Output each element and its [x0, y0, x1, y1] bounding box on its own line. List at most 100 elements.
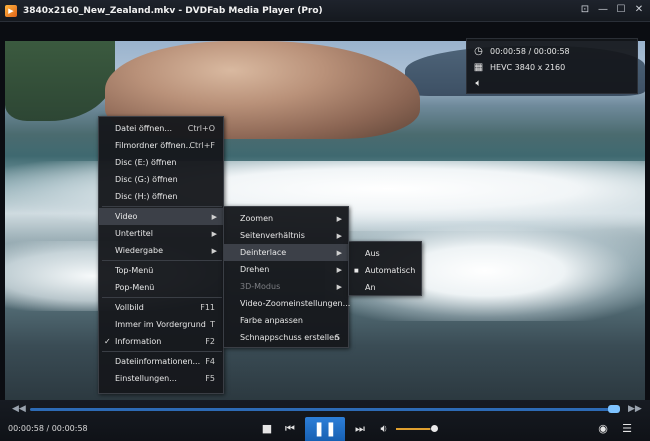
volume-level — [396, 428, 430, 430]
menu-item[interactable]: Untertitel ▶ — [99, 225, 223, 242]
info-audio-row: 🔈︎ — [473, 75, 631, 91]
menu-item-label: Deinterlace — [240, 248, 287, 257]
seek-bar[interactable] — [30, 408, 620, 411]
menu-item-label: Immer im Vordergrund — [115, 320, 206, 329]
menu-item[interactable]: ■ Automatisch — [349, 262, 421, 279]
volume-handle[interactable] — [431, 425, 438, 432]
context-menu: Datei öffnen... Ctrl+O Filmordner öffnen..… — [98, 116, 224, 394]
menu-item-label: Schnappschuss erstellen — [240, 333, 340, 342]
menu-item-label: Einstellungen... — [115, 374, 177, 383]
info-time: 00:00:58 / 00:00:58 — [490, 46, 570, 56]
menu-item-label: Vollbild — [115, 303, 144, 312]
video-submenu: Zoomen ▶ Seitenverhältnis ▶ Deinterlace ▶ Dreh… — [223, 206, 351, 348]
menu-item-label: Disc (G:) öffnen — [115, 175, 178, 184]
menu-item-label: Dateiinformationen... — [115, 357, 201, 366]
menu-item-shortcut: Ctrl+O — [187, 124, 215, 133]
menu-item[interactable]: Aus — [349, 245, 421, 262]
submenu-arrow-icon: ▶ — [211, 212, 217, 221]
menu-item[interactable]: Pop-Menü — [99, 279, 223, 296]
menu-item[interactable]: Video-Zoomeinstellungen... — [224, 295, 351, 312]
menu-item-label: Datei öffnen... — [115, 124, 172, 133]
menu-item-label: Disc (E:) öffnen — [115, 158, 177, 167]
menu-item-label: Filmordner öffnen... — [115, 141, 194, 150]
menu-item[interactable]: Disc (G:) öffnen — [99, 171, 223, 188]
playback-time: 00:00:58 / 00:00:58 — [8, 424, 88, 433]
menu-item-label: Seitenverhältnis — [240, 231, 305, 240]
menu-item-label: Video — [115, 212, 138, 221]
app-logo-icon: ▶ — [5, 4, 17, 17]
window-title: 3840x2160_New_Zealand.mkv - DVDFab Media… — [23, 5, 323, 16]
forward-icon[interactable]: ▶▶ — [628, 404, 642, 414]
menu-item: 3D-Modus ▶ — [224, 278, 348, 295]
next-button[interactable]: ⏭︎ — [353, 422, 367, 436]
menu-item[interactable]: Immer im Vordergrund T — [99, 316, 223, 333]
menu-item[interactable]: Seitenverhältnis ▶ — [224, 227, 348, 244]
deinterlace-submenu: Aus ■ Automatisch An — [348, 241, 422, 296]
submenu-arrow-icon: ▶ — [336, 265, 342, 274]
volume-icon[interactable]: 🔉︎ — [377, 422, 391, 436]
menu-item-label: Automatisch — [365, 266, 416, 275]
previous-button[interactable]: ⏮︎ — [283, 422, 297, 436]
menu-item-label: Information — [115, 337, 162, 346]
menu-item-label: Drehen — [240, 265, 270, 274]
menu-item-shortcut: S — [334, 333, 340, 342]
menu-item-shortcut: F2 — [205, 337, 215, 346]
menu-item[interactable]: ✓ Information F2 — [99, 333, 223, 350]
window-controls: ⊡ — ☐ ✕ — [578, 3, 646, 17]
menu-item-label: Wiedergabe — [115, 246, 164, 255]
menu-item[interactable]: Deinterlace ▶ — [224, 244, 348, 261]
menu-separator — [102, 351, 222, 352]
menu-item-shortcut: F5 — [205, 374, 215, 383]
info-codec-row: ▦ HEVC 3840 x 2160 — [473, 59, 631, 75]
menu-item[interactable]: Schnappschuss erstellen S — [224, 329, 348, 346]
menu-item-label: Top-Menü — [115, 266, 154, 275]
menu-item[interactable]: Video ▶ — [99, 208, 223, 225]
menu-item[interactable]: Disc (H:) öffnen — [99, 188, 223, 205]
menu-item[interactable]: Einstellungen... F5 — [99, 370, 223, 387]
menu-item-label: Aus — [365, 249, 380, 258]
info-codec: HEVC 3840 x 2160 — [490, 62, 566, 72]
menu-item[interactable]: Farbe anpassen — [224, 312, 348, 329]
info-time-row: ◷ 00:00:58 / 00:00:58 — [473, 43, 631, 59]
maximize-button[interactable]: ☐ — [614, 3, 628, 17]
menu-item[interactable]: Drehen ▶ — [224, 261, 348, 278]
check-icon: ✓ — [104, 337, 111, 346]
menu-separator — [102, 260, 222, 261]
menu-item[interactable]: Top-Menü — [99, 262, 223, 279]
menu-item[interactable]: Datei öffnen... Ctrl+O — [99, 120, 223, 137]
menu-item[interactable]: Dateiinformationen... F4 — [99, 353, 223, 370]
title-bar: ▶ 3840x2160_New_Zealand.mkv - DVDFab Med… — [0, 0, 650, 22]
mini-mode-button[interactable]: ⊡ — [578, 3, 592, 17]
control-bar: ◀◀ ▶▶ 00:00:58 / 00:00:58 ■ ⏮︎ ❚❚ ⏭︎ 🔉︎ … — [0, 400, 650, 441]
submenu-arrow-icon: ▶ — [336, 282, 342, 291]
pause-button[interactable]: ❚❚ — [305, 417, 345, 441]
menu-item[interactable]: Filmordner öffnen... Ctrl+F — [99, 137, 223, 154]
video-scenery — [5, 41, 115, 121]
menu-item[interactable]: Zoomen ▶ — [224, 210, 348, 227]
menu-item[interactable]: Vollbild F11 — [99, 299, 223, 316]
rewind-icon[interactable]: ◀◀ — [12, 404, 26, 414]
eye-icon[interactable]: ◉ — [596, 422, 610, 436]
submenu-arrow-icon: ▶ — [336, 214, 342, 223]
menu-item-label: Disc (H:) öffnen — [115, 192, 178, 201]
information-overlay: ◷ 00:00:58 / 00:00:58 ▦ HEVC 3840 x 2160… — [466, 38, 638, 94]
film-icon: ▦ — [473, 61, 484, 73]
menu-item-label: Zoomen — [240, 214, 274, 223]
clock-icon: ◷ — [474, 45, 483, 57]
minimize-button[interactable]: — — [596, 3, 610, 17]
submenu-arrow-icon: ▶ — [211, 229, 217, 238]
menu-item-label: 3D-Modus — [240, 282, 281, 291]
stop-button[interactable]: ■ — [260, 422, 274, 436]
menu-item[interactable]: An — [349, 279, 421, 296]
menu-item[interactable]: Disc (E:) öffnen — [99, 154, 223, 171]
menu-item-label: Video-Zoomeinstellungen... — [240, 299, 351, 308]
menu-item[interactable]: Wiedergabe ▶ — [99, 242, 223, 259]
seek-handle[interactable] — [608, 405, 620, 413]
speaker-icon: 🔈︎ — [475, 77, 482, 89]
menu-item-label: Untertitel — [115, 229, 153, 238]
submenu-arrow-icon: ▶ — [336, 248, 342, 257]
playlist-icon[interactable]: ☰ — [620, 422, 634, 436]
menu-item-label: Farbe anpassen — [240, 316, 303, 325]
close-button[interactable]: ✕ — [632, 3, 646, 17]
menu-item-shortcut: T — [210, 320, 215, 329]
